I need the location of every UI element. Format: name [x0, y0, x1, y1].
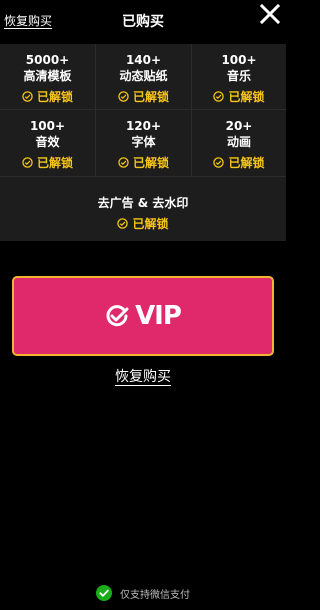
header: 恢复购买 已购买 — [0, 0, 286, 44]
unlocked-label: 已解锁 — [228, 90, 265, 104]
feature-name: 字体 — [131, 135, 156, 149]
unlocked-label: 已解锁 — [36, 90, 73, 104]
feature-fonts: 120+ 字体 已解锁 — [96, 119, 191, 171]
feature-count: 100+ — [29, 119, 66, 133]
check-circle-icon — [117, 218, 129, 229]
feature-count: 20+ — [225, 119, 253, 133]
feature-music: 100+ 音乐 已解锁 — [192, 53, 286, 105]
vip-label: VIP — [135, 301, 182, 331]
check-circle-icon — [213, 157, 225, 168]
check-circle-icon — [118, 91, 129, 102]
unlocked-label: 已解锁 — [228, 156, 265, 170]
payment-info: 仅支持微信支付 — [0, 585, 286, 601]
unlocked-status: 已解锁 — [192, 154, 286, 171]
unlocked-status: 已解锁 — [96, 88, 191, 105]
feature-stickers: 140+ 动态贴纸 已解锁 — [96, 53, 191, 105]
feature-name: 去广告 & 去水印 — [97, 196, 189, 210]
check-circle-icon — [22, 91, 33, 102]
unlocked-status: 已解锁 — [192, 88, 286, 105]
check-circle-icon — [106, 305, 129, 327]
check-circle-icon — [213, 91, 225, 102]
feature-count: 100+ — [221, 53, 257, 67]
unlocked-label: 已解锁 — [36, 156, 73, 170]
feature-remove-ads: 去广告 & 去水印 已解锁 — [0, 195, 286, 232]
wechat-check-icon — [96, 585, 112, 601]
vip-button[interactable]: VIP — [12, 276, 274, 356]
payment-text: 仅支持微信支付 — [120, 589, 190, 601]
divider — [0, 109, 286, 110]
features-panel: 5000+ 高清模板 已解锁 140+ 动态贴纸 已解锁 100+ 音乐 已解锁… — [0, 44, 286, 241]
unlocked-label: 已解锁 — [132, 90, 169, 104]
feature-sound-effects: 100+ 音效 已解锁 — [0, 119, 95, 171]
page-title: 已购买 — [122, 14, 164, 30]
close-icon[interactable] — [258, 2, 282, 26]
feature-count: 5000+ — [25, 53, 70, 67]
unlocked-status: 已解锁 — [0, 88, 95, 105]
feature-templates: 5000+ 高清模板 已解锁 — [0, 53, 95, 105]
unlocked-label: 已解锁 — [132, 217, 169, 231]
divider — [0, 176, 286, 177]
check-circle-icon — [118, 157, 129, 168]
feature-name: 动画 — [226, 135, 251, 149]
feature-count: 120+ — [125, 119, 162, 133]
restore-purchase-button[interactable]: 恢复购买 — [0, 366, 286, 386]
unlocked-status: 已解锁 — [0, 215, 286, 232]
check-circle-icon — [22, 157, 33, 168]
feature-name: 高清模板 — [23, 69, 72, 83]
feature-name: 音效 — [35, 135, 60, 149]
unlocked-label: 已解锁 — [132, 156, 169, 170]
unlocked-status: 已解锁 — [96, 154, 191, 171]
feature-animations: 20+ 动画 已解锁 — [192, 119, 286, 171]
feature-count: 140+ — [125, 53, 162, 67]
unlocked-status: 已解锁 — [0, 154, 95, 171]
feature-name: 动态贴纸 — [119, 69, 168, 83]
feature-name: 音乐 — [226, 69, 251, 83]
